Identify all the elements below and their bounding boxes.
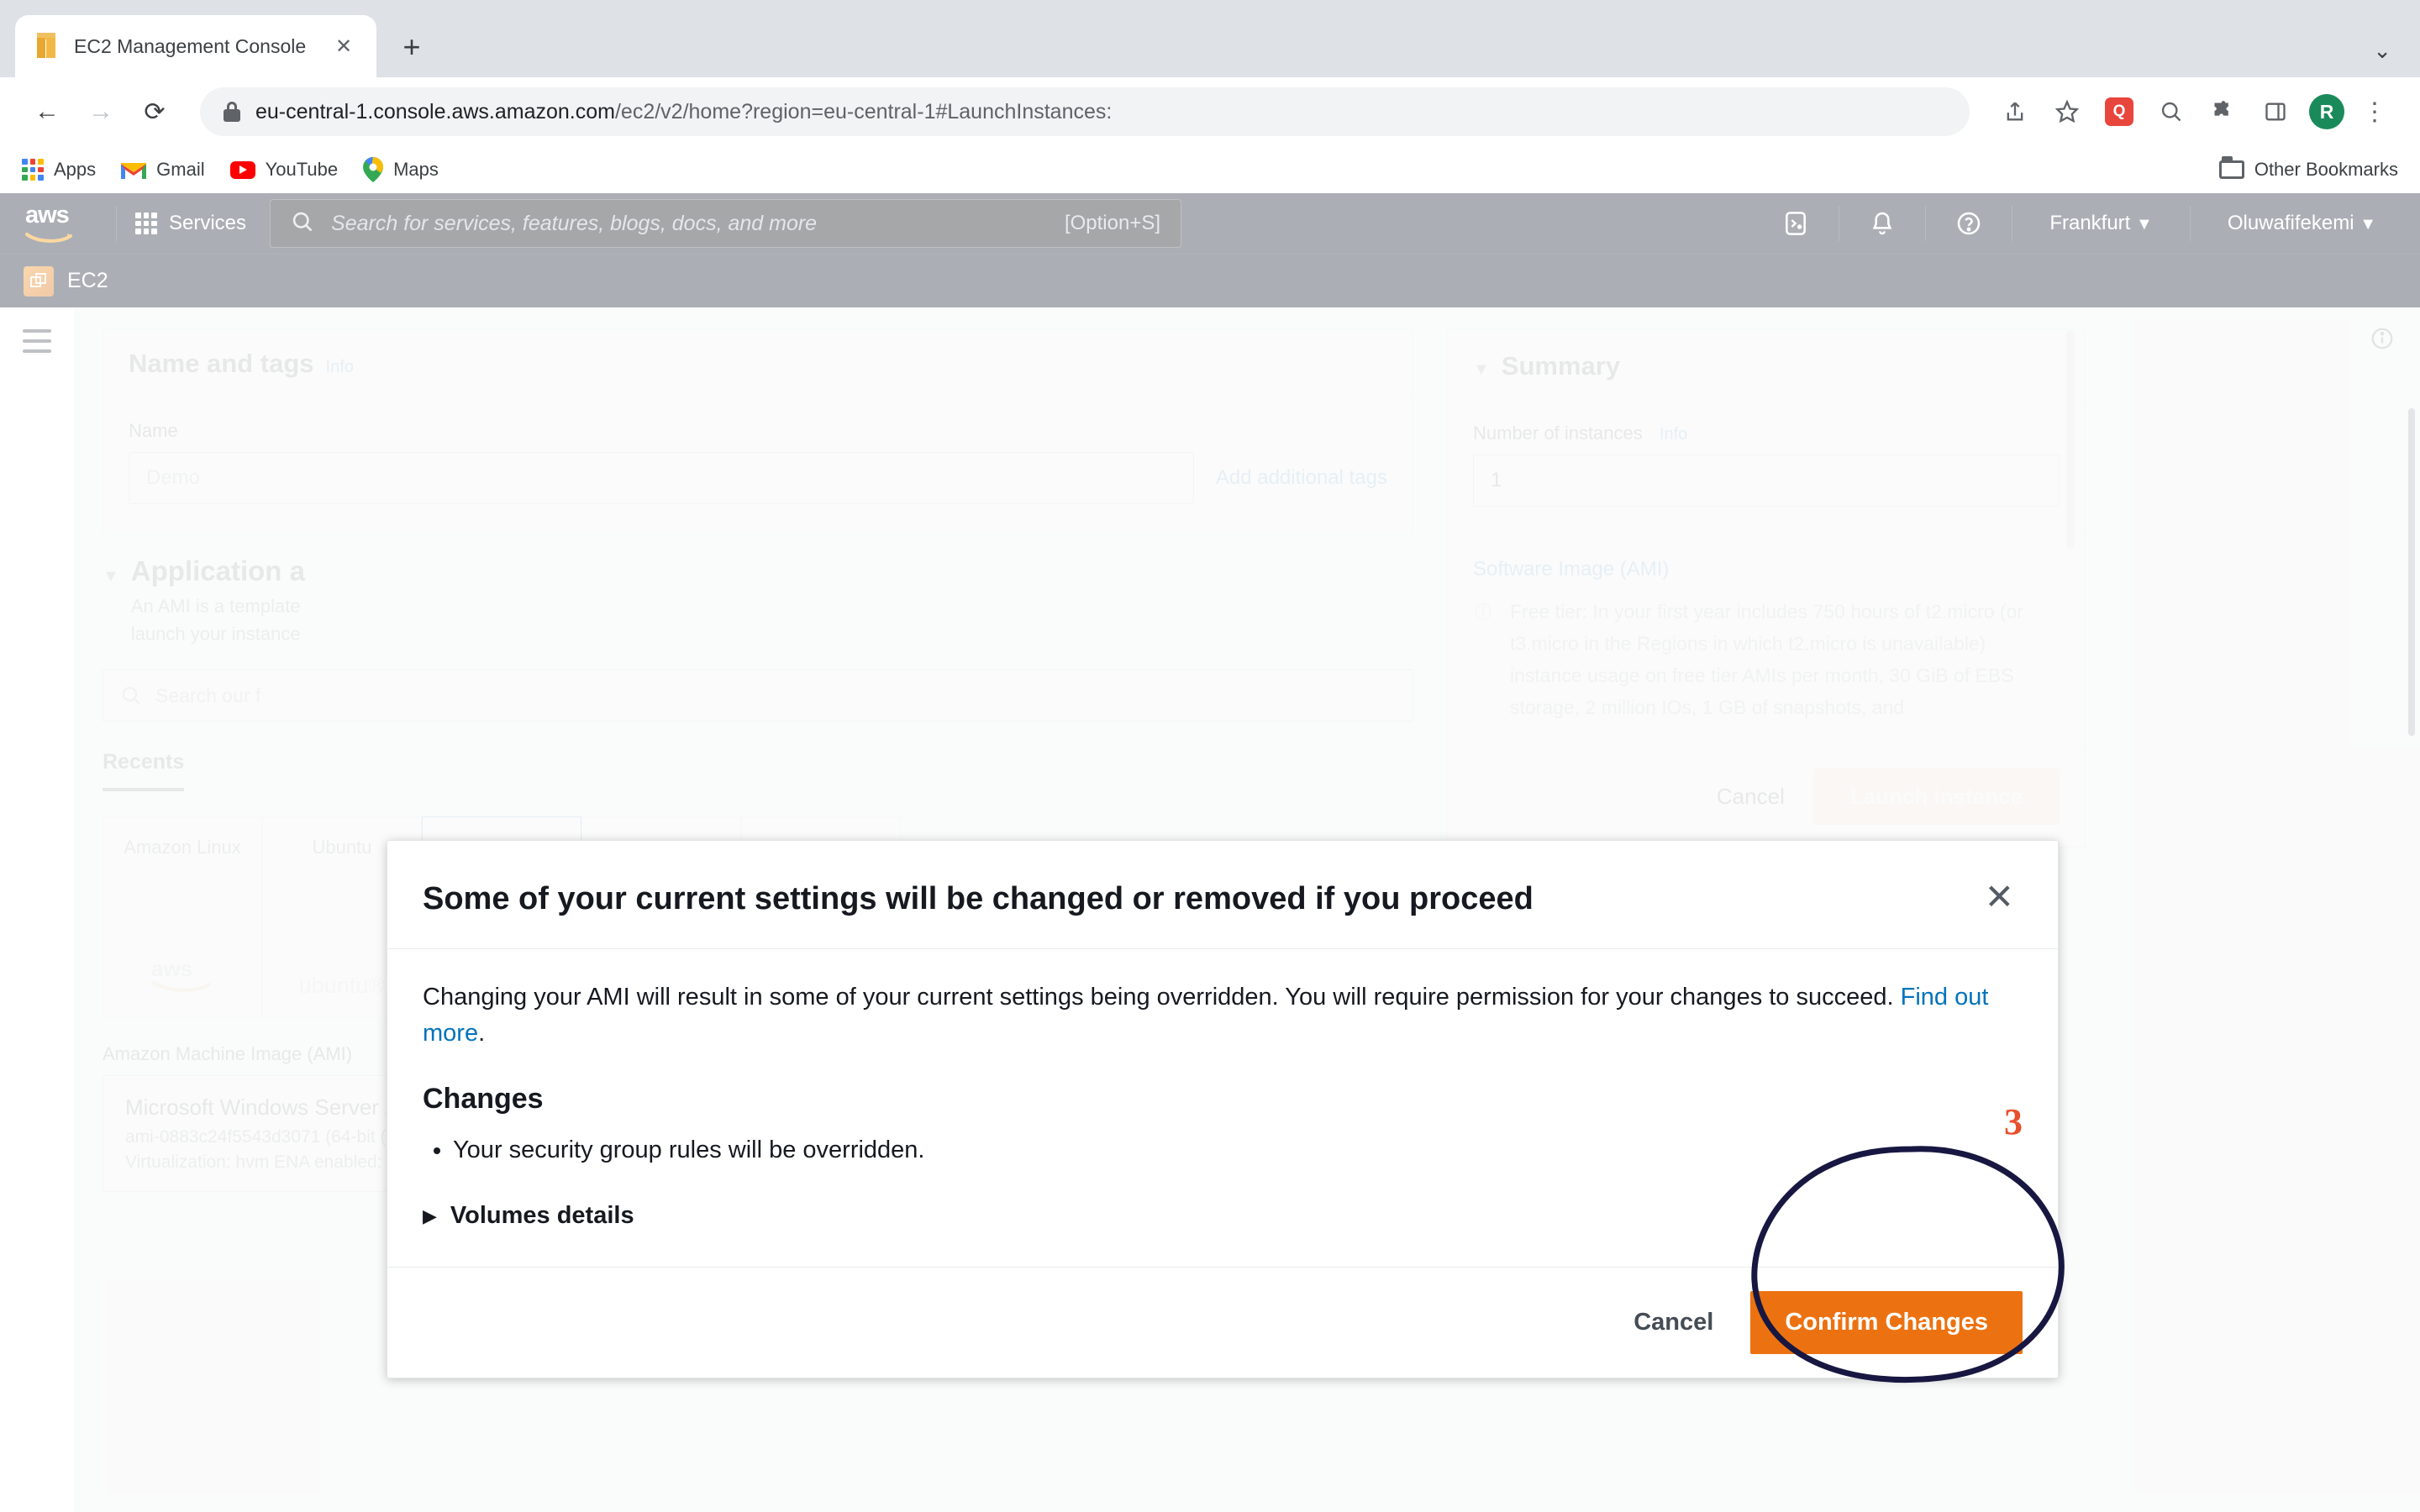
share-icon[interactable] — [1993, 90, 2037, 134]
volumes-details-expander[interactable]: ▶ Volumes details — [423, 1202, 2023, 1230]
gmail-icon — [121, 160, 147, 179]
changes-heading: Changes — [423, 1082, 544, 1115]
folder-icon — [2218, 156, 2244, 179]
bookmark-youtube[interactable]: YouTube — [229, 159, 339, 181]
confirm-changes-button[interactable]: Confirm Changes — [1750, 1291, 2023, 1354]
address-bar[interactable]: eu-central-1.console.aws.amazon.com/ec2/… — [200, 87, 1970, 136]
chevron-down-icon[interactable]: ⌄ — [2373, 38, 2391, 64]
bookmark-maps[interactable]: Maps — [363, 157, 439, 182]
other-bookmarks-label: Other Bookmarks — [2254, 159, 2398, 180]
extension-red-icon[interactable]: Q — [2097, 90, 2141, 134]
puzzle-icon[interactable] — [2202, 90, 2245, 134]
sidepanel-icon[interactable] — [2254, 90, 2297, 134]
reload-icon[interactable]: ⟳ — [131, 88, 178, 135]
bookmark-label: Apps — [54, 159, 97, 180]
modal-footer: Cancel Confirm Changes — [387, 1267, 2058, 1378]
url-host: eu-central-1.console.aws.amazon.com — [255, 99, 615, 123]
annotation-step-number: 3 — [2004, 1101, 2023, 1142]
bookmark-label: Gmail — [156, 159, 205, 180]
modal-body: Changing your AMI will result in some of… — [387, 948, 2058, 1268]
bookmark-apps[interactable]: Apps — [22, 159, 96, 181]
zoom-search-icon[interactable] — [2149, 90, 2193, 134]
apps-grid-icon — [22, 159, 44, 181]
close-icon[interactable]: ✕ — [329, 32, 358, 60]
forward-icon[interactable]: → — [77, 88, 124, 135]
url-path: /ec2/v2/home?region=eu-central-1#LaunchI… — [614, 99, 1113, 123]
package-icon — [34, 33, 59, 60]
volumes-details-label: Volumes details — [450, 1202, 634, 1229]
cancel-button[interactable]: Cancel — [1634, 1309, 1713, 1336]
star-icon[interactable] — [2045, 90, 2089, 134]
tab-strip: EC2 Management Console ✕ + ⌄ — [0, 0, 2420, 77]
confirm-changes-modal: Some of your current settings will be ch… — [387, 840, 2059, 1378]
close-icon[interactable]: ✕ — [1985, 879, 2014, 915]
bookmark-label: Maps — [393, 159, 439, 180]
lock-icon — [224, 102, 240, 122]
caret-right-icon: ▶ — [423, 1205, 437, 1226]
more-menu-icon[interactable]: ⋮ — [2353, 90, 2396, 134]
modal-paragraph-suffix: . — [478, 1020, 486, 1047]
browser-tab[interactable]: EC2 Management Console ✕ — [15, 15, 376, 77]
tab-title: EC2 Management Console — [74, 34, 307, 57]
bookmarks-bar: Apps Gmail YouTube Maps Other Bookmarks — [0, 146, 2420, 193]
back-icon[interactable]: ← — [24, 88, 71, 135]
list-item: Your security group rules will be overri… — [453, 1132, 2023, 1169]
modal-title: Some of your current settings will be ch… — [423, 881, 1534, 916]
bookmark-label: YouTube — [265, 159, 339, 180]
changes-list: Your security group rules will be overri… — [453, 1132, 2023, 1169]
other-bookmarks[interactable]: Other Bookmarks — [2218, 156, 2398, 181]
modal-paragraph: Changing your AMI will result in some of… — [423, 983, 1901, 1011]
aws-console: aws Services Search for services, featur… — [0, 193, 2420, 1512]
modal-header: Some of your current settings will be ch… — [387, 841, 2058, 948]
browser-chrome: EC2 Management Console ✕ + ⌄ ← → ⟳ eu-ce… — [0, 0, 2420, 193]
avatar[interactable]: R — [2309, 94, 2344, 129]
new-tab-button[interactable]: + — [388, 24, 435, 71]
browser-toolbar: ← → ⟳ eu-central-1.console.aws.amazon.co… — [0, 77, 2420, 146]
youtube-icon — [229, 160, 255, 179]
bookmark-gmail[interactable]: Gmail — [121, 159, 205, 181]
maps-pin-icon — [363, 157, 384, 182]
